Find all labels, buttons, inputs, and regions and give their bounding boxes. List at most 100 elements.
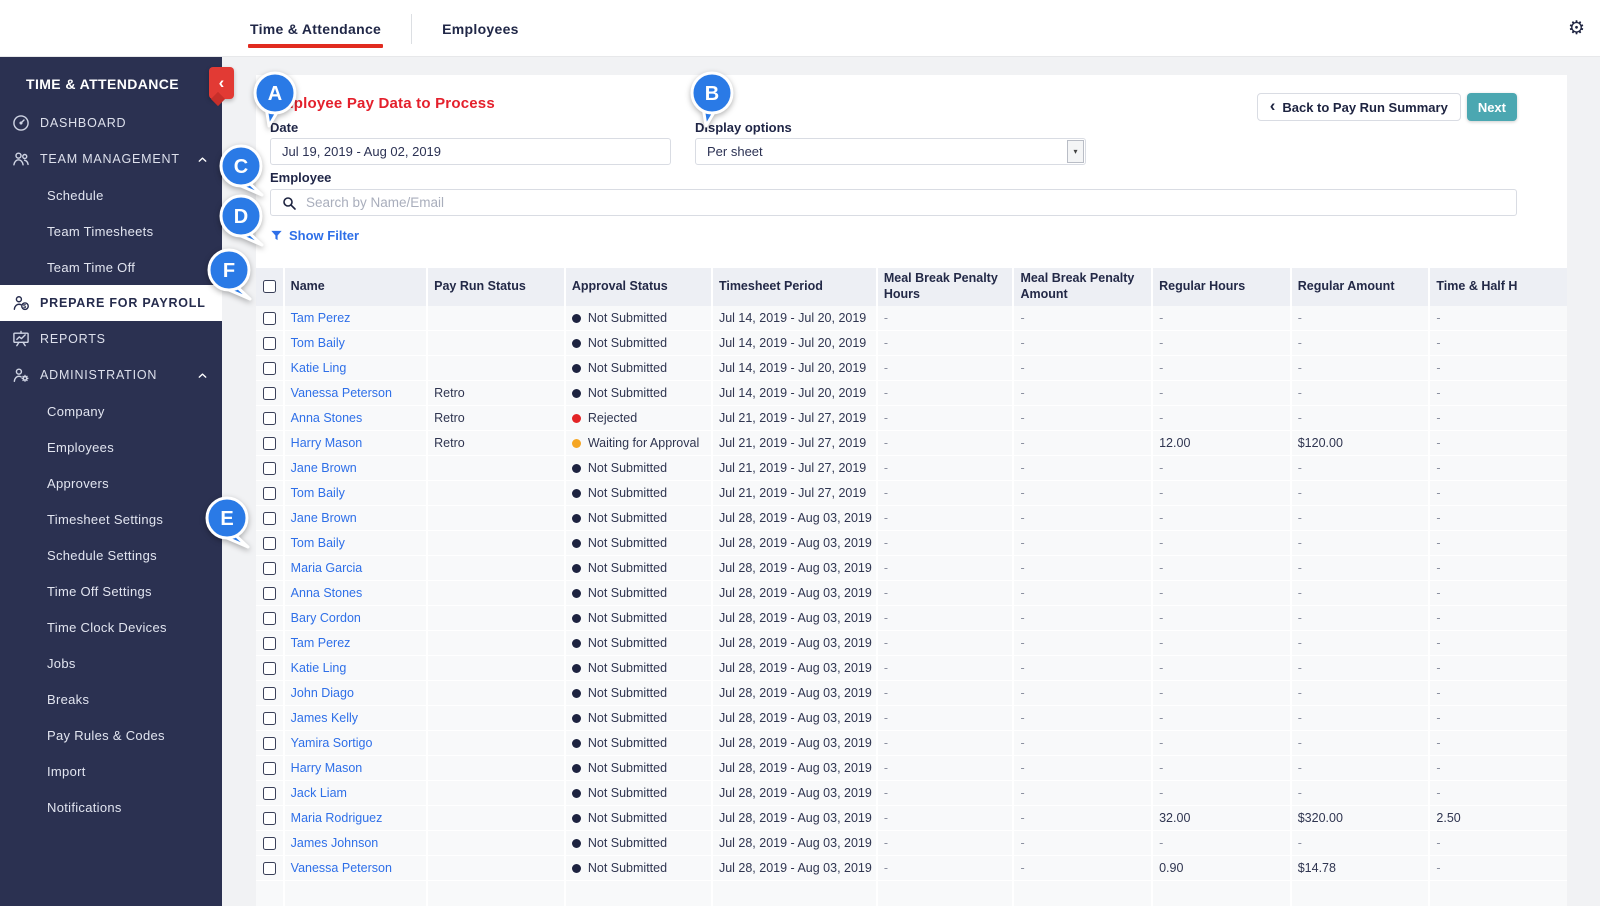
employee-name-link[interactable]: Tam Perez [291,636,351,650]
employee-name-link[interactable]: Tom Baily [291,536,345,550]
employee-name-link[interactable]: Anna Stones [291,411,363,425]
employee-search-input[interactable]: Search by Name/Email [270,189,1517,216]
sidebar-item-breaks[interactable]: Breaks [0,681,222,717]
employee-name-link[interactable]: James Johnson [291,836,379,850]
admin-icon [11,365,31,385]
pay-run-status-cell: Retro [426,431,564,456]
approval-status-cell: Not Submitted [563,606,711,631]
employee-name-link[interactable]: Vanessa Peterson [291,861,392,875]
regular-amount-cell: - [1289,656,1429,681]
sidebar-item-company[interactable]: Company [0,393,222,429]
row-checkbox[interactable] [263,762,276,776]
regular-amount-cell: $120.00 [1289,431,1429,456]
row-checkbox[interactable] [263,312,276,326]
sidebar-item-time-off-settings[interactable]: Time Off Settings [0,573,222,609]
table-row: Katie Ling Not Submitted Jul 28, 2019 - Au… [256,656,1567,681]
next-button[interactable]: Next [1466,93,1517,121]
sidebar-item-notifications[interactable]: Notifications [0,789,222,825]
tab-employees[interactable]: Employees [440,0,521,57]
employee-name-link[interactable]: Vanessa Peterson [291,386,392,400]
meal-break-penalty-amount-cell: - [1012,631,1152,656]
svg-text:E: E [220,508,233,530]
sidebar-collapse-button[interactable]: ‹ [209,67,234,99]
employee-name-link[interactable]: Maria Garcia [291,561,363,575]
employee-name-link[interactable]: Tom Baily [291,486,345,500]
display-options-select[interactable]: Per sheet ▾ [695,138,1086,165]
employee-name-link[interactable]: Harry Mason [291,436,363,450]
sidebar-item-team-timesheets[interactable]: Team Timesheets [0,213,222,249]
row-checkbox[interactable] [263,487,276,501]
row-checkbox[interactable] [263,687,276,701]
chevron-up-icon[interactable] [197,370,208,381]
row-checkbox[interactable] [263,637,276,651]
employee-name-link[interactable]: Bary Cordon [291,611,361,625]
employee-name-link[interactable]: Tom Baily [291,336,345,350]
sidebar-item-administration[interactable]: ADMINISTRATION [0,357,222,393]
employee-name-link[interactable]: Anna Stones [291,586,363,600]
row-checkbox[interactable] [263,587,276,601]
time-and-half-hours-cell: - [1428,581,1567,606]
sidebar-item-team-time-off[interactable]: Team Time Off [0,249,222,285]
employee-name-link[interactable]: Jane Brown [291,461,357,475]
status-dot [571,764,581,773]
employee-name-link[interactable]: Tam Perez [291,311,351,325]
meal-break-penalty-amount-cell: - [1012,506,1152,531]
employee-name-link[interactable]: Jane Brown [291,511,357,525]
show-filter-link[interactable]: Show Filter [270,228,359,243]
row-checkbox[interactable] [263,437,276,451]
sidebar-item-reports[interactable]: REPORTS [0,321,222,357]
sidebar-item-time-clock-devices[interactable]: Time Clock Devices [0,609,222,645]
employee-name-link[interactable]: Yamira Sortigo [291,736,373,750]
page-title: Employee Pay Data to Process [270,95,495,112]
row-checkbox[interactable] [263,812,276,826]
row-checkbox[interactable] [263,362,276,376]
row-checkbox[interactable] [263,512,276,526]
tab-time-attendance[interactable]: Time & Attendance [248,0,384,57]
select-all-checkbox[interactable] [263,280,276,294]
row-checkbox[interactable] [263,412,276,426]
status-label: Not Submitted [587,586,668,600]
row-checkbox[interactable] [263,737,276,751]
table-row: Bary Cordon Not Submitted Jul 28, 2019 - A… [256,606,1567,631]
sidebar-item-dashboard[interactable]: DASHBOARD [0,105,222,141]
row-checkbox[interactable] [263,537,276,551]
row-checkbox[interactable] [263,837,276,851]
row-checkbox[interactable] [263,387,276,401]
sidebar-item-jobs[interactable]: Jobs [0,645,222,681]
row-checkbox[interactable] [263,662,276,676]
row-checkbox[interactable] [263,862,276,876]
date-range-input[interactable]: Jul 19, 2019 - Aug 02, 2019 [270,138,671,165]
row-checkbox[interactable] [263,612,276,626]
chevron-down-icon[interactable]: ▾ [1067,140,1084,163]
sidebar-item-approvers[interactable]: Approvers [0,465,222,501]
employee-name-link[interactable]: Katie Ling [291,361,347,375]
employee-name-link[interactable]: James Kelly [291,711,358,725]
employee-name-link[interactable]: Jack Liam [291,786,347,800]
sidebar-item-timesheet-settings[interactable]: Timesheet Settings [0,501,222,537]
sidebar-item-team-management[interactable]: TEAM MANAGEMENT [0,141,222,177]
sidebar-item-schedule[interactable]: Schedule [0,177,222,213]
sidebar-item-employees[interactable]: Employees [0,429,222,465]
employee-name-link[interactable]: Maria Rodriguez [291,811,383,825]
name-cell: Bary Cordon [282,606,427,631]
gear-icon[interactable]: ⚙ [1568,0,1585,57]
row-checkbox[interactable] [263,562,276,576]
row-checkbox[interactable] [263,337,276,351]
status-label: Not Submitted [587,836,668,850]
sidebar-item-pay-rules-and-codes[interactable]: Pay Rules & Codes [0,717,222,753]
row-checkbox[interactable] [263,462,276,476]
employee-name-link[interactable]: Katie Ling [291,661,347,675]
sidebar-item-prepare-for-payroll[interactable]: $ PREPARE FOR PAYROLL [0,285,222,321]
sidebar-item-import[interactable]: Import [0,753,222,789]
pay-run-status-cell [426,481,564,506]
row-checkbox[interactable] [263,787,276,801]
regular-hours-cell: 32.00 [1151,806,1290,831]
approval-status-cell: Not Submitted [563,506,711,531]
sidebar-item-schedule-settings[interactable]: Schedule Settings [0,537,222,573]
employee-name-link[interactable]: Harry Mason [291,761,363,775]
chevron-up-icon[interactable] [197,154,208,165]
employee-name-link[interactable]: John Diago [291,686,354,700]
row-checkbox[interactable] [263,712,276,726]
back-to-pay-run-summary-button[interactable]: ‹ Back to Pay Run Summary [1256,93,1461,121]
status-dot [571,489,581,498]
